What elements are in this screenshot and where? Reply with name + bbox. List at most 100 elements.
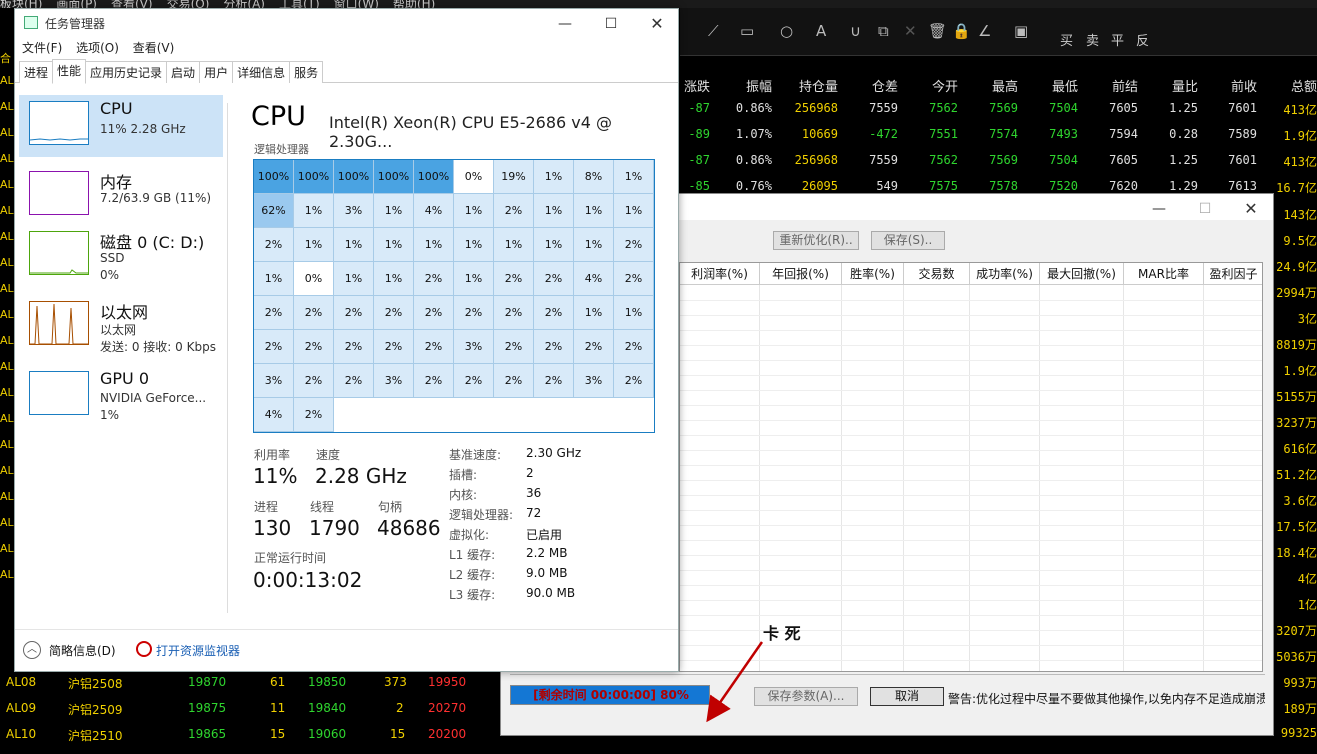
logical-processor-cell: 1%: [614, 296, 654, 330]
cpu-graph: [29, 138, 88, 141]
close-button[interactable]: ✕: [635, 11, 679, 37]
logical-processor-cell: 2%: [334, 330, 374, 364]
sidebar-item-label: 内存: [100, 173, 133, 192]
logical-processor-cell: 2%: [534, 262, 574, 296]
tab-details[interactable]: 详细信息: [232, 61, 291, 83]
logical-processor-cell: 2%: [494, 364, 534, 398]
spec-value: 已启用: [526, 528, 563, 542]
performance-sidebar: CPU 11% 2.28 GHz 内存 7.2/63.9 GB (11%) 磁盘…: [15, 93, 227, 623]
logical-processor-cell: 1%: [534, 160, 574, 194]
logical-processor-cell: 3%: [254, 364, 294, 398]
uptime-label: 正常运行时间: [254, 551, 327, 565]
logical-processor-cell: 1%: [574, 296, 614, 330]
logical-processor-cell: 2%: [414, 262, 454, 296]
util-label: 利用率: [254, 448, 291, 462]
logical-processor-cell: 19%: [494, 160, 534, 194]
sidebar-item-sub: 7.2/63.9 GB (11%): [100, 191, 212, 205]
disk-graph: [30, 269, 88, 274]
logical-processor-cell: 62%: [254, 194, 294, 228]
spec-value: 9.0 MB: [526, 566, 568, 580]
thread-value: 1790: [309, 516, 360, 540]
spec-value: 2.30 GHz: [526, 446, 582, 460]
task-manager-icon: [24, 16, 38, 29]
thread-label: 线程: [310, 500, 335, 514]
sidebar-item-sub: NVIDIA GeForce...: [100, 391, 207, 405]
logical-processor-cell: 1%: [414, 228, 454, 262]
sidebar-item-disk[interactable]: 磁盘 0 (C: D:) SSD 0%: [19, 225, 223, 287]
spec-label: 基准速度:: [449, 448, 502, 462]
logical-processor-cell: 2%: [414, 330, 454, 364]
logical-processor-cell: 1%: [614, 160, 654, 194]
logical-processor-cell: 2%: [614, 262, 654, 296]
logical-processor-cell: 8%: [574, 160, 614, 194]
logical-processor-cell: 2%: [494, 296, 534, 330]
sidebar-item-gpu[interactable]: GPU 0 NVIDIA GeForce... 1%: [19, 365, 223, 427]
tab-app-history[interactable]: 应用历史记录: [85, 61, 168, 83]
gpu-thumbnail: [29, 371, 89, 415]
logical-processor-grid: 100% 100% 100% 100% 100% 0% 19% 1% 8% 1% 62% 1% 3% 1%…: [253, 159, 655, 433]
minimize-button[interactable]: —: [543, 11, 587, 37]
logical-processor-label: 逻辑处理器: [254, 143, 309, 156]
logical-processor-cell: 1%: [374, 194, 414, 228]
spec-label: L2 缓存:: [449, 568, 496, 582]
tab-users[interactable]: 用户: [199, 61, 234, 83]
memory-thumbnail: [29, 171, 89, 215]
logical-processor-cell: 2%: [494, 330, 534, 364]
sidebar-item-ethernet[interactable]: 以太网 以太网 发送: 0 接收: 0 Kbps: [19, 295, 223, 357]
logical-processor-cell: 2%: [494, 262, 534, 296]
handle-value: 48686: [377, 516, 441, 540]
resource-monitor-link[interactable]: 打开资源监视器: [156, 642, 240, 659]
logical-processor-cell: 2%: [574, 330, 614, 364]
logical-processor-cell: 1%: [294, 228, 334, 262]
menu-view[interactable]: 查看(V): [133, 37, 175, 59]
sidebar-item-sub: 11% 2.28 GHz: [100, 122, 186, 136]
logical-processor-cell: 1%: [294, 194, 334, 228]
sidebar-item-label: GPU 0: [100, 369, 150, 388]
tab-performance[interactable]: 性能: [52, 59, 87, 84]
sidebar-divider: [227, 103, 228, 613]
speed-value: 2.28 GHz: [315, 464, 407, 488]
sidebar-item-sub2: 1%: [100, 408, 120, 422]
spec-value: 72: [526, 506, 542, 520]
logical-processor-cell: 2%: [294, 398, 334, 432]
logical-processor-cell: 2%: [454, 364, 494, 398]
logical-processor-cell: 2%: [614, 228, 654, 262]
cpu-model: Intel(R) Xeon(R) CPU E5-2686 v4 @ 2.30G.…: [329, 113, 613, 151]
chevron-up-icon[interactable]: ︿: [23, 641, 41, 659]
logical-processor-cell: 2%: [454, 296, 494, 330]
spec-value: 36: [526, 486, 542, 500]
util-value: 11%: [253, 464, 298, 488]
logical-processor-cell: 3%: [574, 364, 614, 398]
menu-file[interactable]: 文件(F): [22, 37, 62, 59]
tab-startup[interactable]: 启动: [166, 61, 201, 83]
task-manager-menu: 文件(F) 选项(O) 查看(V): [15, 37, 678, 59]
logical-processor-cell: 1%: [454, 262, 494, 296]
task-manager-tabs: 进程 性能 应用历史记录 启动 用户 详细信息 服务: [15, 59, 678, 84]
spec-label: 逻辑处理器:: [449, 508, 514, 522]
logical-processor-cell: 3%: [454, 330, 494, 364]
logical-processor-cell: 1%: [614, 194, 654, 228]
spec-label: L1 缓存:: [449, 548, 496, 562]
logical-processor-cell: 0%: [454, 160, 494, 194]
sidebar-item-sub2: 发送: 0 接收: 0 Kbps: [100, 340, 216, 354]
logical-processor-cell: 100%: [414, 160, 454, 194]
sidebar-item-cpu[interactable]: CPU 11% 2.28 GHz: [19, 95, 223, 157]
sidebar-item-memory[interactable]: 内存 7.2/63.9 GB (11%): [19, 165, 223, 227]
tab-processes[interactable]: 进程: [19, 61, 54, 83]
handle-label: 句柄: [378, 500, 403, 514]
maximize-button[interactable]: ☐: [589, 11, 633, 37]
tab-services[interactable]: 服务: [289, 61, 324, 83]
menu-options[interactable]: 选项(O): [76, 37, 119, 59]
logical-processor-cell: 0%: [294, 262, 334, 296]
spec-label: 内核:: [449, 488, 478, 502]
brief-info-link[interactable]: 简略信息(D): [49, 642, 116, 659]
logical-processor-cell: 100%: [374, 160, 414, 194]
logical-processor-cell: 1%: [334, 262, 374, 296]
logical-processor-cell: 2%: [294, 364, 334, 398]
logical-processor-cell: 1%: [334, 228, 374, 262]
ethernet-graph: [30, 303, 88, 345]
sidebar-item-sub2: 0%: [100, 268, 120, 282]
logical-processor-cell: 2%: [254, 228, 294, 262]
logical-processor-cell: 1%: [574, 228, 614, 262]
spec-label: 插槽:: [449, 468, 478, 482]
